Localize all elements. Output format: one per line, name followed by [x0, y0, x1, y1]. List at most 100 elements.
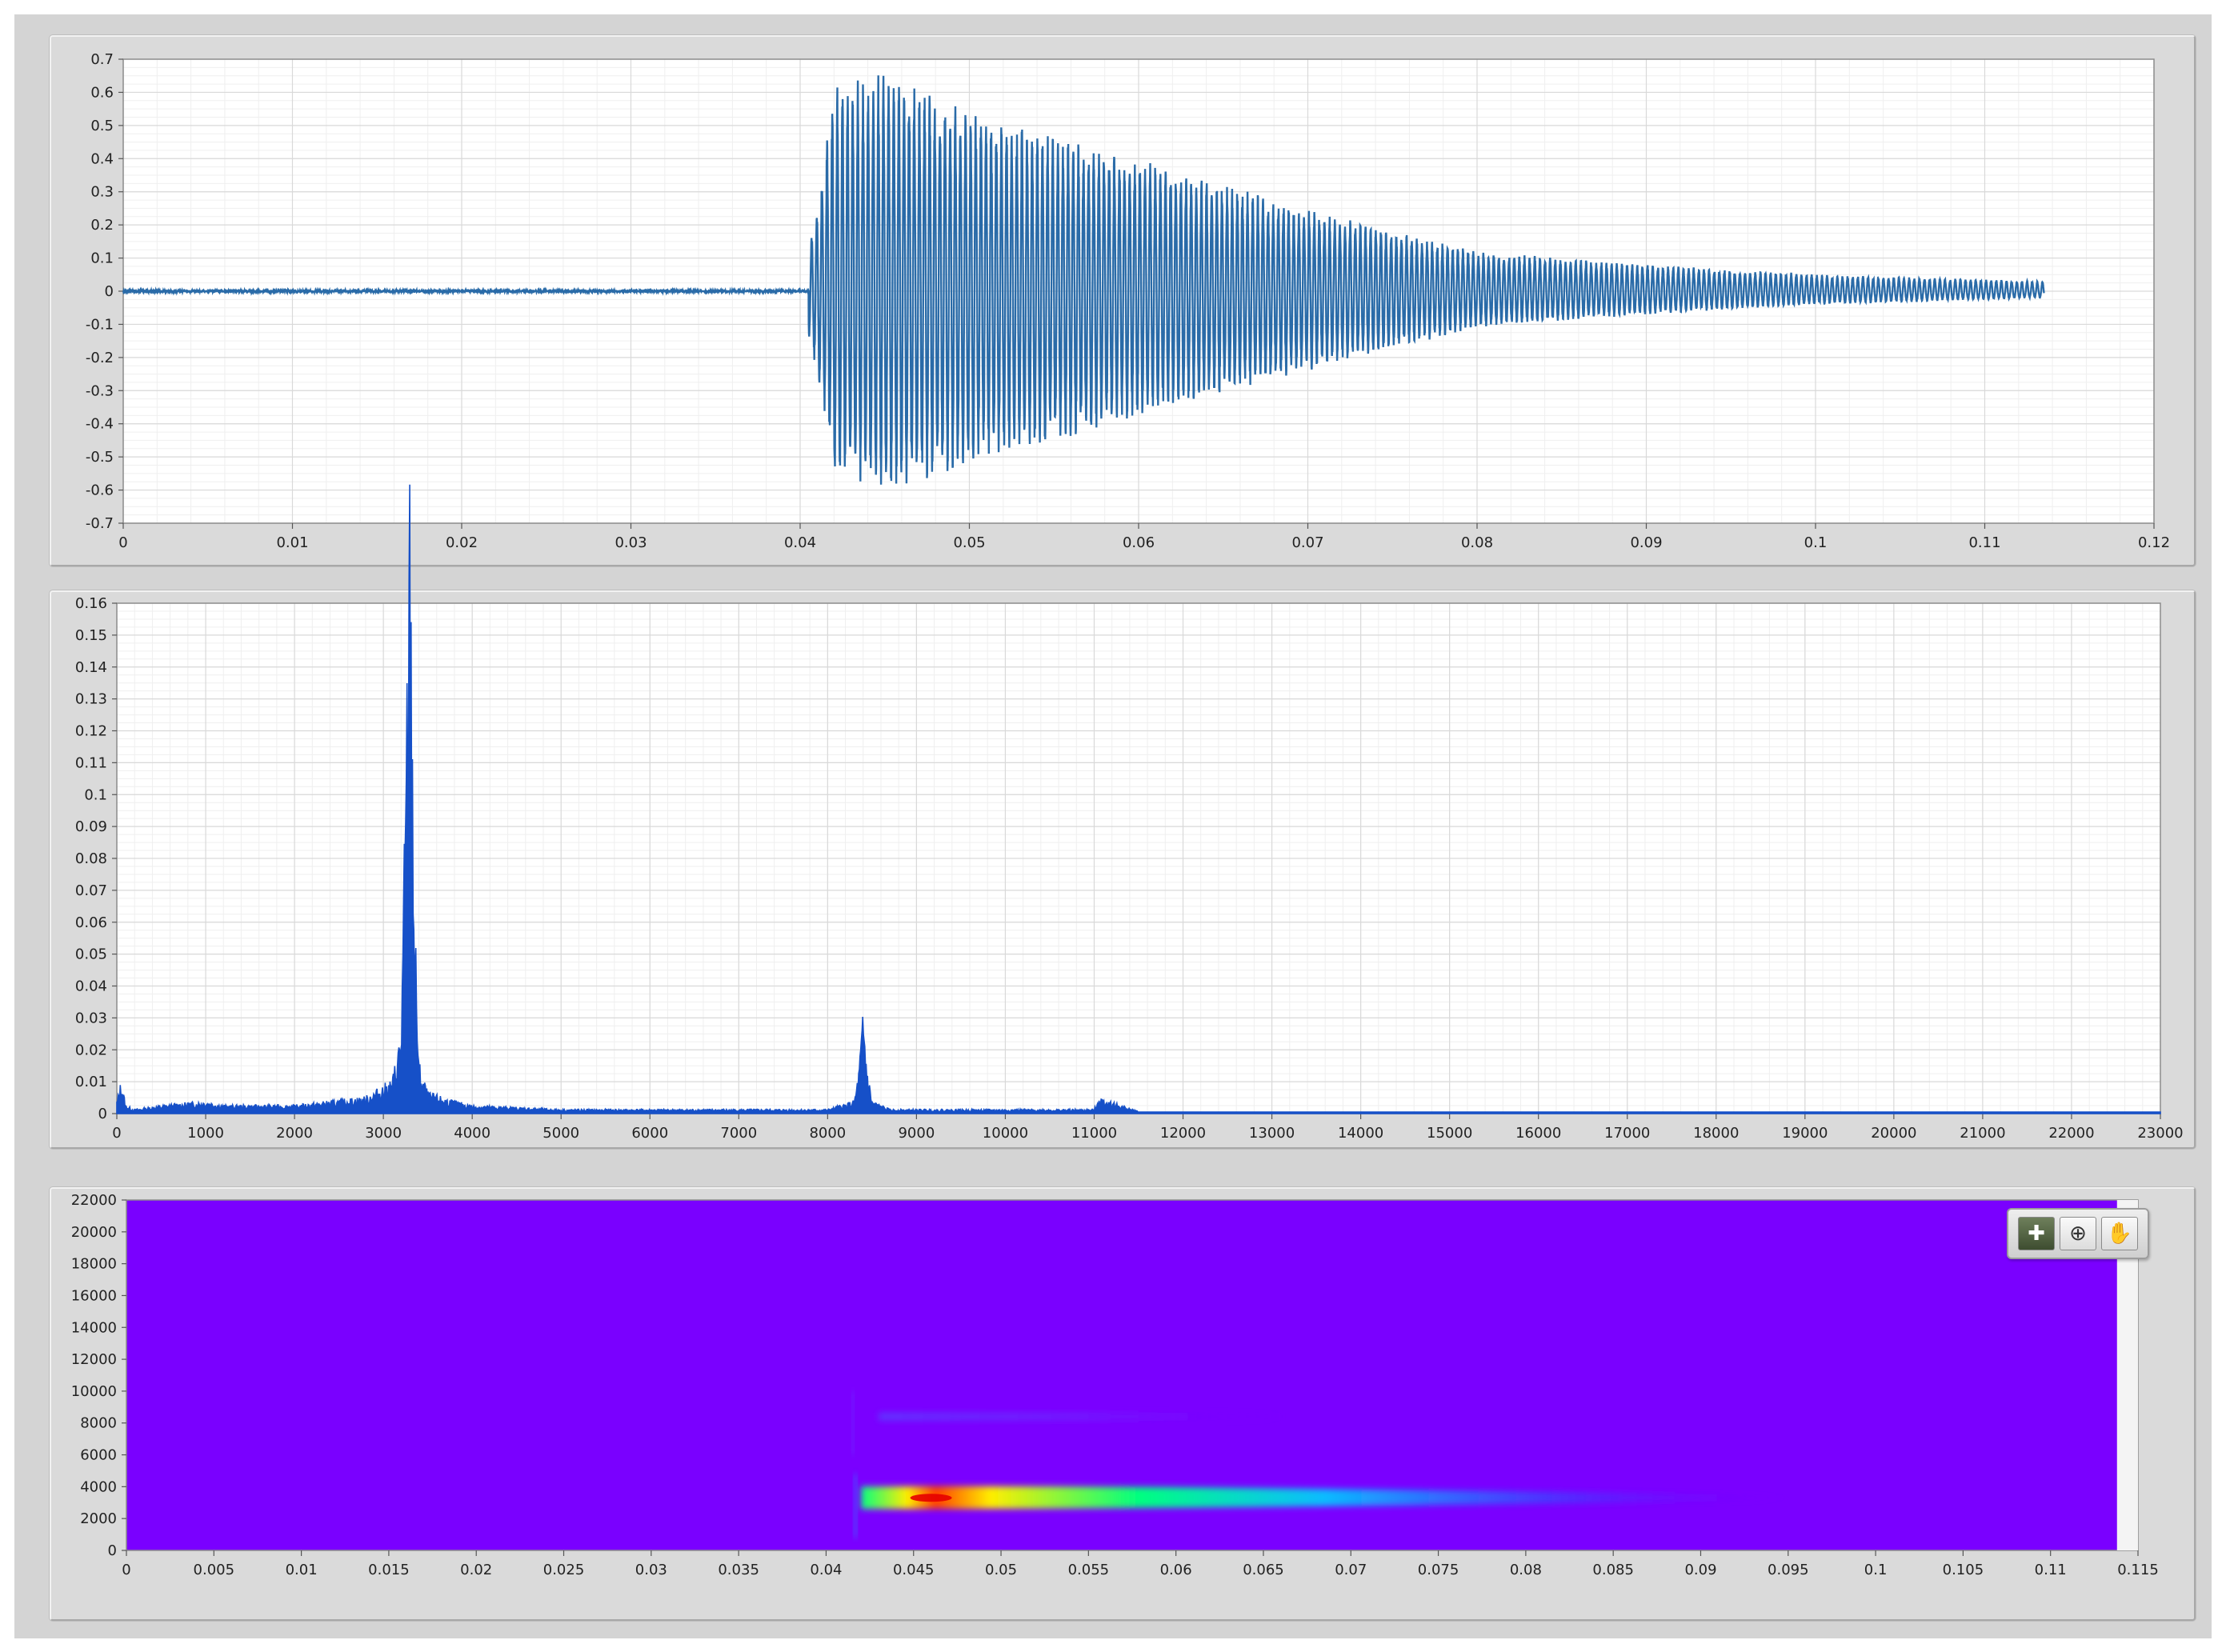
hand-icon[interactable]: ✋	[2101, 1217, 2138, 1250]
y-tick-label: 0.7	[90, 51, 114, 68]
y-tick-label: 0.09	[75, 818, 107, 835]
waveform-graph[interactable]: 0.7 0.6 0.5 0.4 0.3 0.2 0.1 0 -0.1 -0.2 -0.3 -0.4 -0…	[50, 35, 2196, 566]
x-tick-label: 0.01	[276, 534, 308, 551]
x-tick-label: 0.095	[1768, 1562, 1809, 1578]
x-tick-label: 18000	[1693, 1125, 1739, 1142]
spectrogram-graph[interactable]: 22000 20000 18000 16000 14000 12000 10000 8000 6…	[50, 1187, 2196, 1621]
y-tick-label: 0.02	[75, 1042, 107, 1058]
x-tick-label: 0.06	[1123, 534, 1155, 551]
x-tick-label: 9000	[898, 1125, 935, 1142]
y-tick-label: 0.16	[75, 595, 107, 612]
x-tick-label: 1000	[187, 1125, 224, 1142]
x-tick-label: 0.06	[1160, 1562, 1192, 1578]
x-tick-label: 6000	[631, 1125, 668, 1142]
x-tick-label: 0.07	[1291, 534, 1323, 551]
y-tick-label: 0	[105, 283, 114, 300]
x-tick-label: 0.105	[1943, 1562, 1984, 1578]
x-tick-label: 10000	[983, 1125, 1028, 1142]
spectrum-graph[interactable]: 0.16 0.15 0.14 0.13 0.12 0.11 0.1 0.09 0.08 0.07 0…	[50, 484, 2196, 1149]
x-tick-label: 0.115	[2117, 1562, 2159, 1578]
x-tick-label: 20000	[1871, 1125, 1916, 1142]
x-tick-label: 4000	[454, 1125, 490, 1142]
x-tick-label: 3000	[365, 1125, 402, 1142]
y-tick-label: 20000	[71, 1224, 117, 1241]
x-tick-label: 0.045	[893, 1562, 935, 1578]
x-tick-label: 5000	[542, 1125, 579, 1142]
y-tick-label: -0.4	[86, 416, 114, 433]
y-tick-label: 6000	[80, 1447, 117, 1464]
y-tick-label: 0.03	[75, 1010, 107, 1026]
x-tick-label: 0.04	[810, 1562, 842, 1578]
x-tick-label: 0.08	[1461, 534, 1493, 551]
x-tick-label: 16000	[1515, 1125, 1561, 1142]
y-tick-label: 0.6	[90, 84, 114, 101]
y-tick-label: -0.6	[86, 482, 114, 499]
y-tick-label: 0.04	[75, 978, 107, 995]
x-tick-label: 0.01	[286, 1562, 318, 1578]
spectrogram-onset	[853, 1474, 859, 1538]
x-tick-label: 0.065	[1243, 1562, 1284, 1578]
y-tick-label: 8000	[80, 1415, 117, 1432]
spectrogram-plot: 22000 20000 18000 16000 14000 12000 10000 8000 6…	[71, 1192, 2159, 1578]
spectrogram-peak	[910, 1494, 952, 1502]
x-tick-label: 22000	[2048, 1125, 2094, 1142]
y-tick-label: 0.11	[75, 754, 107, 771]
x-tick-label: 17000	[1604, 1125, 1650, 1142]
y-tick-label: 18000	[71, 1256, 117, 1273]
y-tick-label: 0	[108, 1542, 117, 1559]
waveform-plot: 0.7 0.6 0.5 0.4 0.3 0.2 0.1 0 -0.1 -0.2 -0.3 -0.4 -0…	[86, 51, 2170, 551]
y-tick-label: 22000	[71, 1192, 117, 1209]
x-tick-label: 0.005	[194, 1562, 235, 1578]
x-tick-label: 0.11	[2035, 1562, 2067, 1578]
x-tick-label: 0.05	[953, 534, 985, 551]
y-tick-label: 0.15	[75, 627, 107, 644]
x-tick-label: 0.015	[368, 1562, 410, 1578]
x-tick-label: 21000	[1960, 1125, 2005, 1142]
x-tick-label: 0.03	[615, 534, 647, 551]
y-tick-label: 0.13	[75, 691, 107, 708]
x-tick-label: 0.02	[460, 1562, 492, 1578]
y-tick-label: 12000	[71, 1351, 117, 1368]
graph-window: 0.7 0.6 0.5 0.4 0.3 0.2 0.1 0 -0.1 -0.2 -0.3 -0.4 -0…	[14, 14, 2212, 1638]
y-tick-label: 0.4	[90, 150, 114, 167]
graph-palette: ✚ ⊕ ✋	[2007, 1208, 2149, 1259]
x-tick-label: 11000	[1071, 1125, 1117, 1142]
y-tick-label: -0.2	[86, 350, 114, 366]
y-tick-label: 0.08	[75, 850, 107, 867]
y-tick-label: 0.06	[75, 914, 107, 931]
x-tick-label: 23000	[2137, 1125, 2183, 1142]
y-tick-label: 0.05	[75, 946, 107, 963]
y-tick-label: 0	[98, 1106, 107, 1122]
x-tick-label: 0.055	[1068, 1562, 1110, 1578]
y-tick-label: 14000	[71, 1319, 117, 1336]
x-tick-label: 0.09	[1684, 1562, 1716, 1578]
y-tick-label: 0.5	[90, 118, 114, 134]
x-tick-label: 0.04	[784, 534, 816, 551]
crosshair-icon[interactable]: ✚	[2018, 1217, 2055, 1250]
x-tick-label: 0.035	[718, 1562, 759, 1578]
zoom-icon[interactable]: ⊕	[2060, 1217, 2096, 1250]
x-tick-label: 7000	[720, 1125, 757, 1142]
y-tick-label: 0.07	[75, 882, 107, 899]
x-tick-label: 0	[122, 1562, 130, 1578]
x-tick-label: 0.09	[1630, 534, 1662, 551]
y-tick-label: 16000	[71, 1287, 117, 1304]
x-tick-label: 0.085	[1592, 1562, 1634, 1578]
x-tick-label: 8000	[809, 1125, 846, 1142]
x-tick-label: 0.11	[1968, 534, 2000, 551]
x-tick-label: 0.02	[446, 534, 478, 551]
y-tick-label: 0.14	[75, 659, 107, 676]
y-tick-label: 0.01	[75, 1074, 107, 1090]
y-tick-label: 4000	[80, 1478, 117, 1495]
y-tick-label: -0.3	[86, 382, 114, 399]
x-tick-label: 13000	[1249, 1125, 1295, 1142]
x-tick-label: 14000	[1338, 1125, 1383, 1142]
x-tick-label: 0.075	[1418, 1562, 1459, 1578]
y-tick-label: 10000	[71, 1383, 117, 1400]
y-tick-label: 0.3	[90, 184, 114, 201]
y-tick-label: 0.12	[75, 723, 107, 740]
x-tick-label: 0.12	[2138, 534, 2170, 551]
x-tick-label: 0.03	[635, 1562, 667, 1578]
y-tick-label: 0.1	[90, 250, 114, 267]
spectrogram-harmonic-band	[879, 1412, 1285, 1421]
